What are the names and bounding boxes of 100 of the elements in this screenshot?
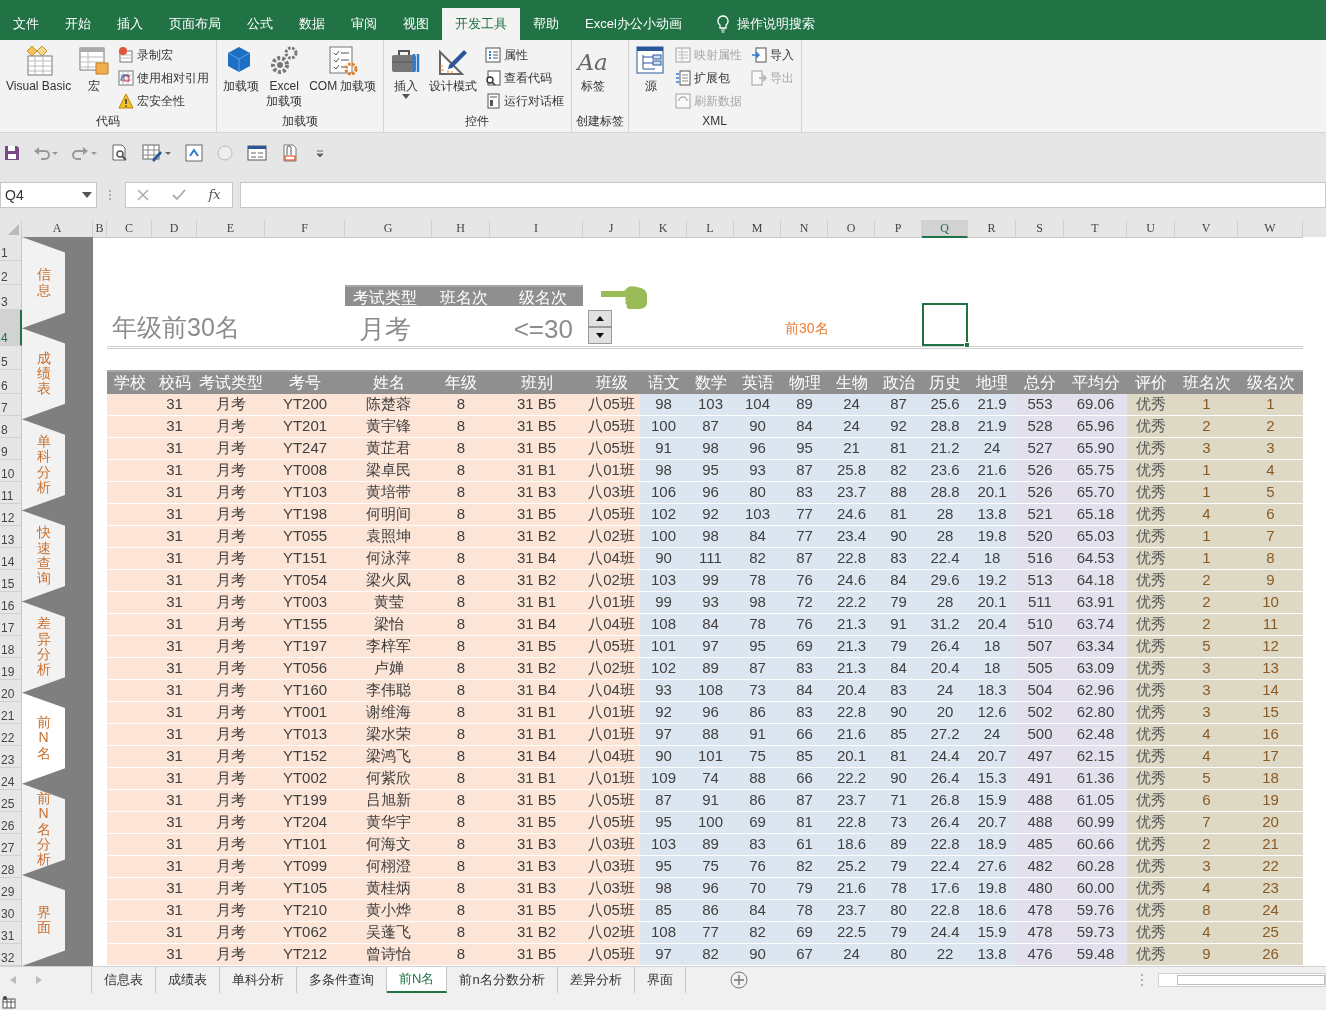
column-header[interactable]: I <box>490 220 583 238</box>
ribbon-tab[interactable]: 插入 <box>104 8 156 40</box>
ribbon-button[interactable]: 导入 <box>747 44 797 66</box>
row-number[interactable]: 17 <box>0 614 22 636</box>
column-header[interactable]: M <box>734 220 781 238</box>
row-number[interactable]: 11 <box>0 482 22 504</box>
ribbon-tab[interactable]: 开始 <box>52 8 104 40</box>
column-header[interactable]: V <box>1175 220 1238 238</box>
format-table-icon[interactable] <box>140 144 174 162</box>
column-header[interactable]: F <box>265 220 345 238</box>
column-header[interactable]: J <box>583 220 640 238</box>
ribbon-button[interactable]: Visual Basic <box>4 43 74 112</box>
column-header[interactable]: L <box>687 220 734 238</box>
column-header[interactable]: O <box>828 220 875 238</box>
ribbon-button[interactable]: Aa 标签 <box>575 43 610 112</box>
row-number[interactable]: 30 <box>0 900 22 922</box>
row-number[interactable]: 22 <box>0 724 22 746</box>
row-number[interactable]: 31 <box>0 922 22 944</box>
redo-icon[interactable] <box>70 145 100 161</box>
row-number[interactable]: 15 <box>0 570 22 592</box>
row-number[interactable]: 10 <box>0 460 22 482</box>
row-number[interactable]: 32 <box>0 944 22 966</box>
ribbon-tab[interactable]: Excel办公小动画 <box>572 8 695 40</box>
refresh-sheet-icon[interactable] <box>183 144 205 162</box>
ribbon-button[interactable]: 查看代码 <box>481 67 567 89</box>
ribbon-button[interactable]: 使用相对引用 <box>115 67 213 89</box>
row-number[interactable]: 7 <box>0 394 22 416</box>
row-number[interactable]: 24 <box>0 768 22 790</box>
save-icon[interactable] <box>2 145 22 161</box>
ribbon-button[interactable]: 录制宏 <box>115 44 213 66</box>
column-header[interactable]: C <box>107 220 152 238</box>
column-header[interactable]: N <box>781 220 828 238</box>
row-number[interactable]: 28 <box>0 856 22 878</box>
row-number[interactable]: 4 <box>0 310 22 346</box>
row-number[interactable]: 8 <box>0 416 22 438</box>
ribbon-tab[interactable]: 审阅 <box>338 8 390 40</box>
row-number[interactable]: 1 <box>0 237 22 261</box>
row-number[interactable]: 2 <box>0 261 22 285</box>
ribbon-tab[interactable]: 开发工具 <box>442 8 520 40</box>
row-number[interactable]: 20 <box>0 680 22 702</box>
ribbon-tab[interactable]: 公式 <box>234 8 286 40</box>
column-header[interactable]: D <box>152 220 197 238</box>
row-number[interactable]: 9 <box>0 438 22 460</box>
ribbon-tab[interactable]: 帮助 <box>520 8 572 40</box>
form-icon[interactable] <box>245 144 269 162</box>
ribbon-button[interactable]: Excel 加载项 <box>264 43 305 112</box>
column-header[interactable]: R <box>968 220 1016 238</box>
ribbon-button[interactable]: 宏安全性 <box>115 90 213 112</box>
ribbon-tab[interactable]: 页面布局 <box>156 8 234 40</box>
enter-icon[interactable] <box>171 189 186 201</box>
nav-tab[interactable]: 前N名 <box>22 692 65 784</box>
spin-up-button[interactable] <box>588 310 612 327</box>
row-number[interactable]: 6 <box>0 370 22 394</box>
row-number[interactable]: 26 <box>0 812 22 834</box>
row-number[interactable]: 5 <box>0 346 22 370</box>
column-header[interactable]: G <box>345 220 432 238</box>
row-number[interactable]: 23 <box>0 746 22 768</box>
column-header[interactable]: P <box>875 220 922 238</box>
ribbon-tab[interactable]: 数据 <box>286 8 338 40</box>
ribbon-button[interactable]: 源 <box>632 43 669 112</box>
ribbon-button[interactable]: 插入 <box>387 43 424 112</box>
spin-down-button[interactable] <box>588 327 612 344</box>
horizontal-scrollbar[interactable] <box>1158 973 1326 987</box>
ribbon-tab[interactable]: 视图 <box>390 8 442 40</box>
row-number[interactable]: 25 <box>0 790 22 812</box>
row-number[interactable]: 29 <box>0 878 22 900</box>
row-number[interactable]: 14 <box>0 548 22 570</box>
column-header[interactable]: E <box>197 220 265 238</box>
drag-handle-icon[interactable] <box>108 189 112 201</box>
formula-input[interactable] <box>240 182 1326 208</box>
column-header[interactable]: K <box>640 220 687 238</box>
column-header[interactable]: H <box>432 220 490 238</box>
ribbon-button[interactable]: 扩展包 <box>671 67 745 89</box>
cancel-icon[interactable] <box>137 189 150 201</box>
sheet-tab[interactable]: 前N名 <box>387 967 448 993</box>
ribbon-tab[interactable]: 文件 <box>0 8 52 40</box>
row-number[interactable]: 12 <box>0 504 22 526</box>
row-number[interactable]: 18 <box>0 636 22 658</box>
column-header[interactable]: Q <box>922 220 968 238</box>
ribbon-button[interactable]: COM 加载项 <box>307 43 379 112</box>
row-number[interactable]: 13 <box>0 526 22 548</box>
ribbon-button[interactable]: 加载项 <box>221 43 262 112</box>
row-number[interactable]: 16 <box>0 592 22 614</box>
column-header[interactable]: S <box>1016 220 1064 238</box>
column-header[interactable]: W <box>1238 220 1303 238</box>
ribbon-button[interactable]: 运行对话框 <box>481 90 567 112</box>
tell-me-search[interactable]: 操作说明搜索 <box>694 8 829 40</box>
column-header[interactable]: T <box>1064 220 1127 238</box>
row-number[interactable]: 3 <box>0 285 22 310</box>
column-header[interactable]: B <box>93 220 107 238</box>
row-number[interactable]: 27 <box>0 834 22 856</box>
name-box[interactable]: Q4 <box>0 182 97 208</box>
column-header[interactable]: U <box>1127 220 1175 238</box>
ribbon-button[interactable]: 宏 <box>76 43 113 112</box>
macro-status-icon[interactable] <box>2 994 16 1009</box>
ribbon-button[interactable]: 设计模式 <box>426 43 479 112</box>
ribbon-button[interactable]: 属性 <box>481 44 567 66</box>
insert-function-button[interactable]: fx <box>208 185 221 205</box>
row-number[interactable]: 21 <box>0 702 22 724</box>
row-number[interactable]: 19 <box>0 658 22 680</box>
